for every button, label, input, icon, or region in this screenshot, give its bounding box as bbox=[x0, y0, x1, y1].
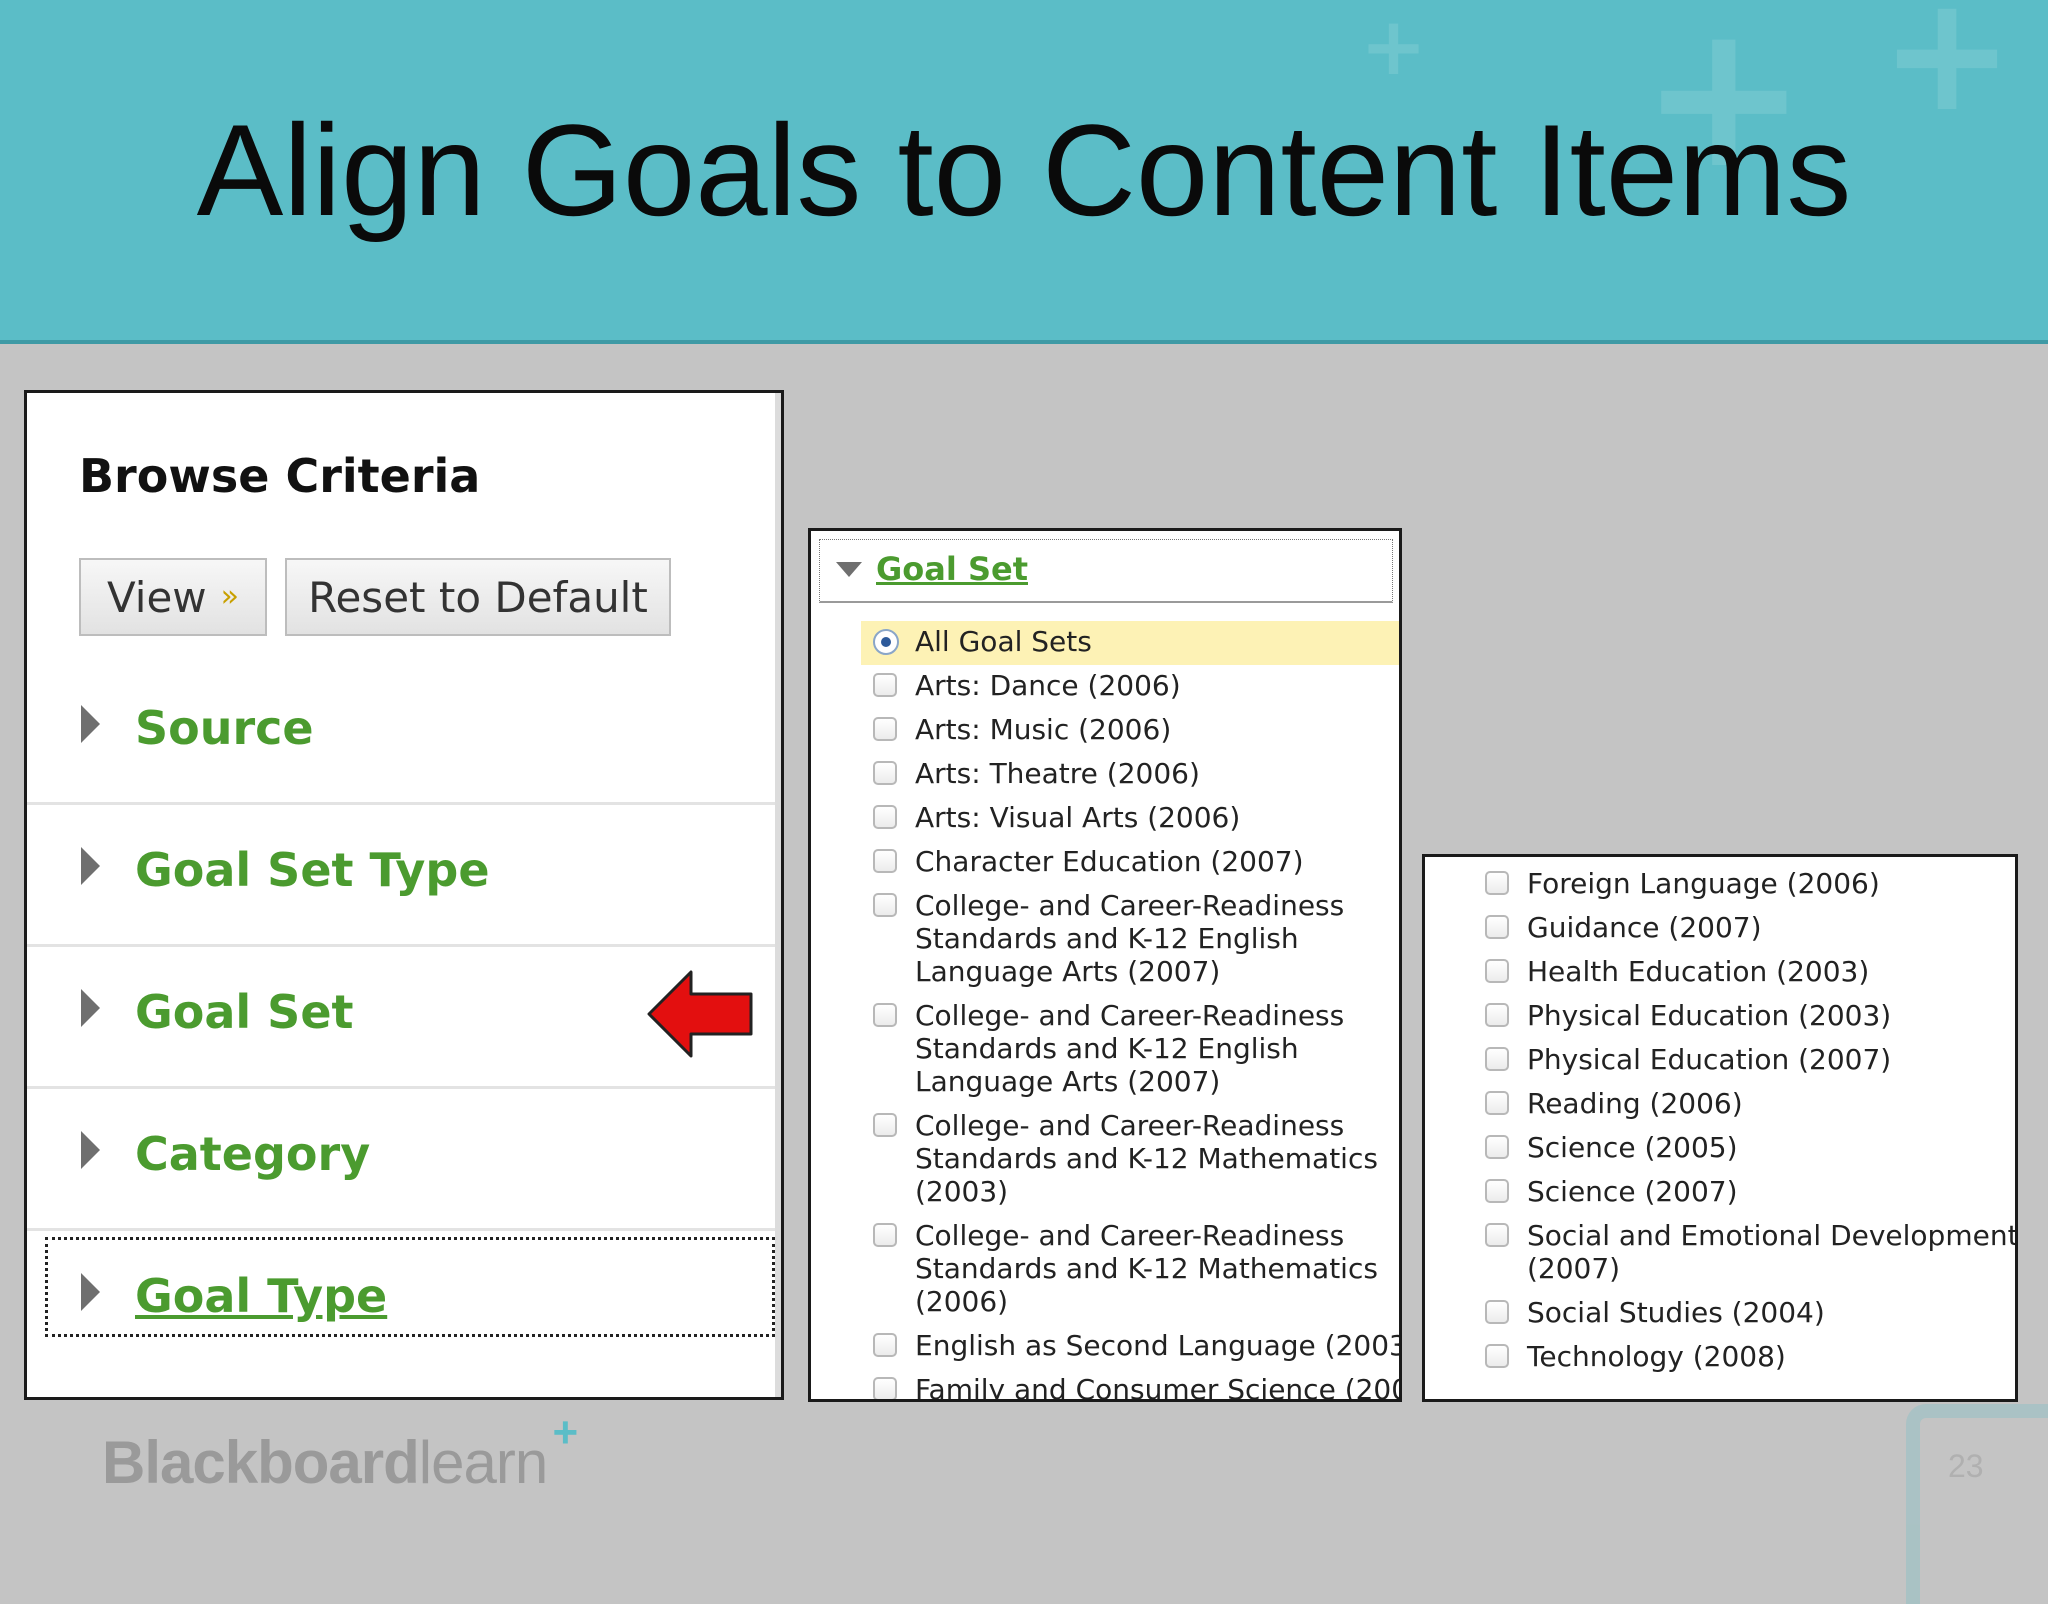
decorative-plus-icon: + bbox=[1360, 0, 1428, 93]
corner-decoration bbox=[1906, 1404, 2048, 1604]
checkbox-icon[interactable] bbox=[1485, 1344, 1509, 1368]
option-label: Arts: Visual Arts (2006) bbox=[915, 801, 1241, 834]
checkbox-icon[interactable] bbox=[1485, 1047, 1509, 1071]
criteria-item-label: Category bbox=[135, 1127, 371, 1181]
option-label: Reading (2006) bbox=[1527, 1087, 1743, 1120]
slide-title: Align Goals to Content Items bbox=[196, 97, 1852, 243]
option-label: Standards and K-12 Mathematics bbox=[915, 1252, 1378, 1285]
option-label: College- and Career-Readiness bbox=[915, 1109, 1345, 1142]
option-label: (2006) bbox=[915, 1285, 1009, 1318]
checkbox-icon[interactable] bbox=[873, 1003, 897, 1027]
view-button-label: View bbox=[106, 572, 207, 622]
slide-header: + + + Align Goals to Content Items bbox=[0, 0, 2048, 344]
criteria-item-label: Goal Type bbox=[135, 1269, 388, 1323]
checkbox-icon[interactable] bbox=[1485, 1179, 1509, 1203]
option-label: Arts: Dance (2006) bbox=[915, 669, 1181, 702]
checkbox-icon[interactable] bbox=[873, 1377, 897, 1399]
checkbox-icon[interactable] bbox=[1485, 1135, 1509, 1159]
expand-triangle-icon bbox=[81, 1273, 100, 1311]
expand-triangle-icon bbox=[81, 705, 100, 743]
brand-name-light: learn bbox=[418, 1429, 548, 1496]
option-label: College- and Career-Readiness bbox=[915, 999, 1345, 1032]
double-chevron-down-icon: » bbox=[220, 579, 240, 614]
brand-name-bold: Blackboard bbox=[102, 1429, 420, 1496]
option-label: Physical Education (2007) bbox=[1527, 1043, 1892, 1076]
goal-set-panel-continued: Foreign Language (2006) Guidance (2007) He… bbox=[1422, 854, 2018, 1402]
option-label: (2003) bbox=[915, 1175, 1009, 1208]
option-label: Standards and K-12 Mathematics bbox=[915, 1142, 1378, 1175]
checkbox-icon[interactable] bbox=[1485, 1223, 1509, 1247]
option-label: College- and Career-Readiness bbox=[915, 889, 1345, 922]
checkbox-icon[interactable] bbox=[873, 849, 897, 873]
option-label: (2007) bbox=[1527, 1252, 1621, 1285]
option-label: English as Second Language (2003) bbox=[915, 1329, 1402, 1362]
red-arrow-icon bbox=[647, 970, 753, 1058]
radio-selected-icon[interactable] bbox=[873, 629, 899, 655]
option-label: Foreign Language (2006) bbox=[1527, 867, 1880, 900]
checkbox-icon[interactable] bbox=[1485, 959, 1509, 983]
criteria-item-category[interactable]: Category bbox=[27, 1089, 781, 1231]
criteria-item-goal-type[interactable]: Goal Type bbox=[27, 1231, 781, 1373]
option-label: Character Education (2007) bbox=[915, 845, 1304, 878]
option-label: Arts: Theatre (2006) bbox=[915, 757, 1200, 790]
option-label: Language Arts (2007) bbox=[915, 955, 1221, 988]
collapse-triangle-icon bbox=[836, 562, 862, 577]
option-label: Arts: Music (2006) bbox=[915, 713, 1172, 746]
checkbox-icon[interactable] bbox=[1485, 1300, 1509, 1324]
goal-set-panel: Goal Set All Goal Sets Arts: Dance (2006… bbox=[808, 528, 1402, 1402]
page-number: 23 bbox=[1948, 1448, 1984, 1484]
checkbox-icon[interactable] bbox=[873, 673, 897, 697]
all-goal-sets-row[interactable]: All Goal Sets bbox=[861, 621, 1399, 665]
option-label: Standards and K-12 English bbox=[915, 922, 1299, 955]
checkbox-icon[interactable] bbox=[1485, 1091, 1509, 1115]
goal-set-header[interactable]: Goal Set bbox=[819, 539, 1393, 603]
option-label: Family and Consumer Science (2005) bbox=[915, 1373, 1402, 1402]
option-label: Science (2007) bbox=[1527, 1175, 1738, 1208]
criteria-item-goal-set-type[interactable]: Goal Set Type bbox=[27, 805, 781, 947]
option-label: Social Studies (2004) bbox=[1527, 1296, 1825, 1329]
blackboard-learn-logo: Blackboardlearn + bbox=[102, 1408, 578, 1497]
option-label: Language Arts (2007) bbox=[915, 1065, 1221, 1098]
option-label: College- and Career-Readiness bbox=[915, 1219, 1345, 1252]
checkbox-icon[interactable] bbox=[873, 1113, 897, 1137]
view-button[interactable]: View » bbox=[79, 558, 267, 636]
reset-to-default-button[interactable]: Reset to Default bbox=[285, 558, 671, 636]
expand-triangle-icon bbox=[81, 1131, 100, 1169]
browse-criteria-panel: Browse Criteria View » Reset to Default … bbox=[24, 390, 784, 1400]
option-label: Health Education (2003) bbox=[1527, 955, 1870, 988]
checkbox-icon[interactable] bbox=[1485, 1003, 1509, 1027]
option-label: Social and Emotional Development bbox=[1527, 1219, 2018, 1252]
criteria-item-label: Goal Set bbox=[135, 985, 354, 1039]
expand-triangle-icon bbox=[81, 989, 100, 1027]
option-label: Technology (2008) bbox=[1527, 1340, 1786, 1373]
checkbox-icon[interactable] bbox=[873, 805, 897, 829]
option-label: Standards and K-12 English bbox=[915, 1032, 1299, 1065]
option-label: Science (2005) bbox=[1527, 1131, 1738, 1164]
option-label: All Goal Sets bbox=[915, 625, 1092, 658]
checkbox-icon[interactable] bbox=[873, 1223, 897, 1247]
goal-set-header-link[interactable]: Goal Set bbox=[876, 550, 1028, 588]
criteria-item-label: Goal Set Type bbox=[135, 843, 490, 897]
checkbox-icon[interactable] bbox=[873, 717, 897, 741]
option-label: Guidance (2007) bbox=[1527, 911, 1762, 944]
criteria-item-source[interactable]: Source bbox=[27, 663, 781, 805]
criteria-item-label: Source bbox=[135, 701, 314, 755]
option-label: Physical Education (2003) bbox=[1527, 999, 1892, 1032]
checkbox-icon[interactable] bbox=[1485, 915, 1509, 939]
expand-triangle-icon bbox=[81, 847, 100, 885]
checkbox-icon[interactable] bbox=[873, 893, 897, 917]
brand-plus-icon: + bbox=[552, 1408, 579, 1457]
browse-criteria-title: Browse Criteria bbox=[79, 449, 481, 503]
checkbox-icon[interactable] bbox=[1485, 871, 1509, 895]
checkbox-icon[interactable] bbox=[873, 1333, 897, 1357]
checkbox-icon[interactable] bbox=[873, 761, 897, 785]
